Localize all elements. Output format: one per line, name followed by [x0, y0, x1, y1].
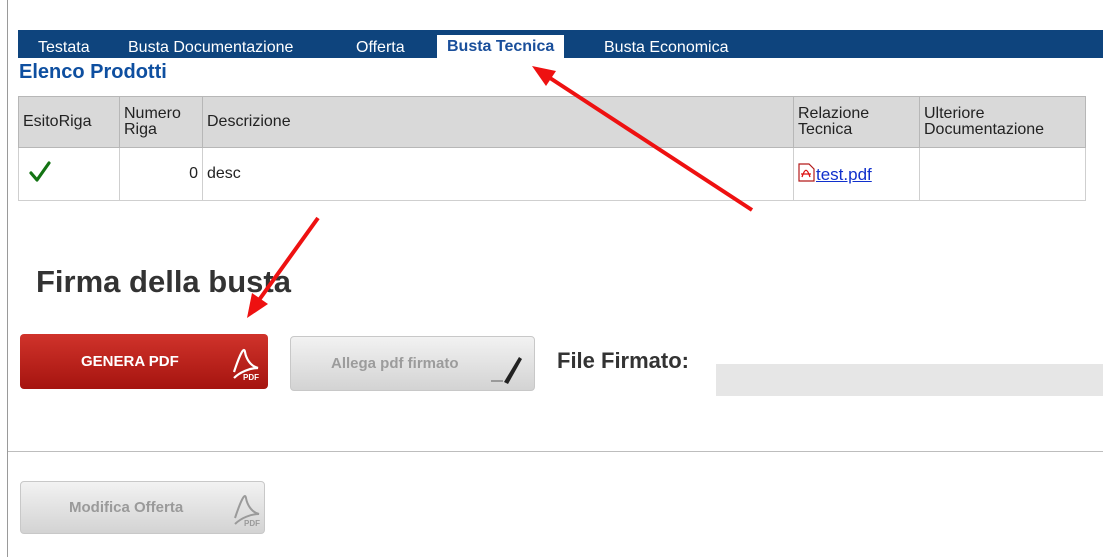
tab-busta-economica[interactable]: Busta Economica [604, 37, 729, 58]
allega-pdf-label: Allega pdf firmato [331, 355, 459, 372]
esito-cell [18, 147, 120, 201]
pen-icon [491, 357, 522, 384]
allega-pdf-firmato-button[interactable]: Allega pdf firmato [290, 336, 535, 391]
file-firmato-label: File Firmato: [557, 348, 690, 373]
tab-busta-documentazione[interactable]: Busta Documentazione [128, 37, 293, 58]
relazione-tecnica-link[interactable]: test.pdf [816, 165, 872, 184]
genera-pdf-label: GENERA PDF [81, 353, 179, 370]
table-row: 0 desc test.pdf [18, 147, 1086, 201]
svg-text:PDF: PDF [244, 519, 260, 528]
products-table: EsitoRiga Numero Riga Descrizione Relazio… [18, 96, 1086, 201]
svg-text:PDF: PDF [243, 373, 259, 382]
modifica-offerta-button[interactable]: Modifica Offerta PDF [20, 481, 265, 534]
header-relazione-tecnica: Relazione Tecnica [793, 96, 920, 148]
checkmark-icon [29, 160, 51, 182]
table-header-row: EsitoRiga Numero Riga Descrizione Relazio… [18, 96, 1086, 148]
pdf-icon: PDF [232, 348, 259, 382]
header-ulteriore-documentazione: Ulteriore Documentazione [919, 96, 1086, 148]
header-descrizione: Descrizione [202, 96, 794, 148]
tab-busta-tecnica[interactable]: Busta Tecnica [437, 35, 565, 58]
tab-offerta[interactable]: Offerta [356, 37, 405, 58]
divider [8, 451, 1103, 452]
numero-cell: 0 [119, 147, 203, 201]
section-title: Elenco Prodotti [19, 61, 167, 83]
header-esito-riga: EsitoRiga [18, 96, 120, 148]
modifica-offerta-label: Modifica Offerta [69, 499, 184, 516]
left-border-line [7, 0, 8, 557]
genera-pdf-button[interactable]: GENERA PDF PDF [20, 334, 268, 389]
tab-testata[interactable]: Testata [38, 37, 90, 58]
file-firmato-field[interactable] [716, 364, 1103, 396]
relazione-cell: test.pdf [793, 147, 920, 201]
descrizione-cell: desc [202, 147, 794, 201]
firma-busta-title: Firma della busta [36, 264, 291, 299]
pdf-icon: PDF [234, 495, 260, 528]
ulteriore-cell [919, 147, 1086, 201]
pdf-file-icon [798, 163, 815, 182]
header-numero-riga: Numero Riga [119, 96, 203, 148]
